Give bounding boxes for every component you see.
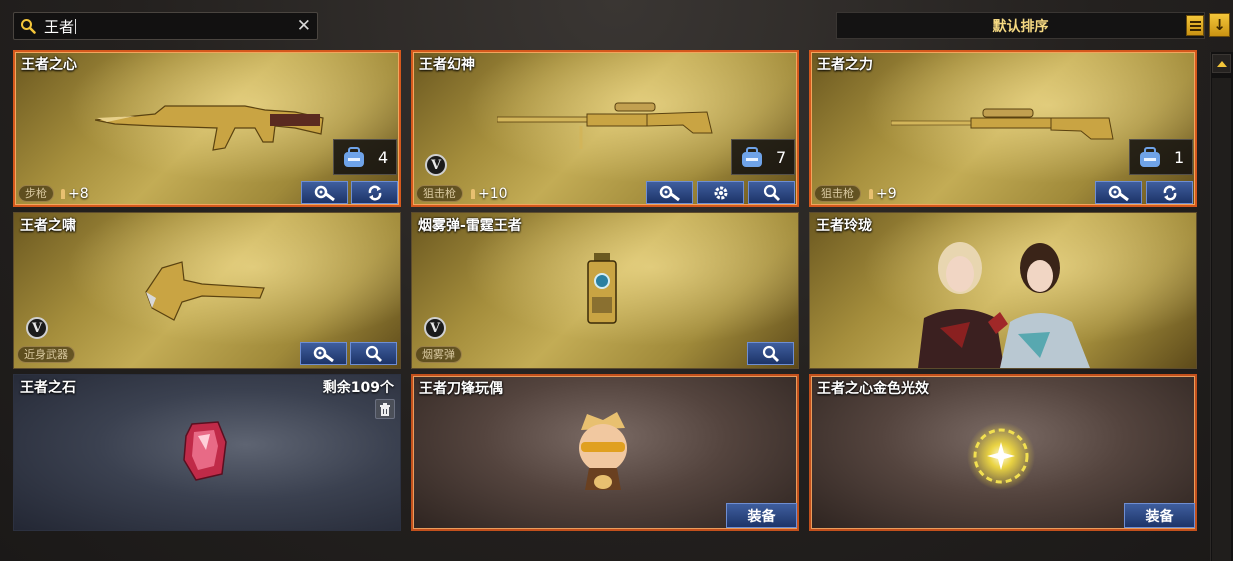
search-icon — [763, 184, 780, 201]
count-value: 7 — [776, 147, 787, 167]
search-icon — [762, 345, 779, 362]
characters-image — [918, 242, 1090, 368]
count-box: 4 — [333, 139, 397, 175]
repair-button[interactable] — [1095, 181, 1142, 204]
v-badge-icon: V — [424, 317, 446, 339]
list-icon[interactable] — [1186, 15, 1204, 36]
count-value: 1 — [1174, 147, 1185, 167]
count-box: 1 — [1129, 139, 1193, 175]
close-icon[interactable]: ✕ — [297, 16, 311, 36]
repair-button[interactable] — [300, 342, 347, 365]
item-title: 王者之心 — [21, 57, 77, 73]
gold-glow-effect-image — [967, 422, 1035, 490]
triangle-up-icon[interactable] — [1212, 54, 1231, 73]
enhance-level: +9 — [869, 186, 897, 202]
search-icon — [14, 13, 42, 39]
repair-button[interactable] — [301, 181, 348, 204]
search-input[interactable]: 王者 ✕ — [13, 12, 318, 40]
arrow-down-icon[interactable]: ↓ — [1209, 13, 1230, 37]
type-tag: 近身武器 — [17, 346, 75, 363]
doll-image — [579, 412, 627, 490]
wrench-gear-icon — [659, 185, 680, 201]
bullet-icon — [869, 189, 873, 199]
gem-image — [183, 421, 227, 481]
settings-button[interactable] — [697, 181, 744, 204]
bullet-icon — [471, 189, 475, 199]
backpack-icon — [742, 147, 762, 167]
type-tag: 烟雾弹 — [415, 346, 462, 363]
bullet-icon — [61, 189, 65, 199]
item-card[interactable]: 王者玲珑 — [809, 212, 1197, 369]
sniper-rifle-image — [891, 108, 1114, 140]
remaining-count: 剩余109个 — [322, 380, 394, 396]
axe-image — [145, 261, 265, 321]
item-card[interactable]: 烟雾弹-雷霆王者 V 烟雾弹 — [411, 212, 799, 369]
v-badge-icon: V — [425, 154, 447, 176]
backpack-icon — [344, 147, 364, 167]
renew-icon — [368, 185, 381, 200]
wrench-gear-icon — [313, 346, 334, 362]
item-card[interactable]: 王者之啸 V 近身武器 — [13, 212, 401, 369]
sniper-rifle-image — [497, 102, 713, 149]
backpack-icon — [1140, 147, 1160, 167]
item-card[interactable]: 王者之石 剩余109个 — [13, 374, 401, 531]
scroll-track[interactable] — [1212, 78, 1231, 561]
search-icon — [365, 345, 382, 362]
item-title: 王者之石 — [20, 380, 76, 396]
renew-button[interactable] — [351, 181, 398, 204]
item-title: 王者之啸 — [20, 218, 76, 234]
equip-button[interactable]: 装备 — [1124, 503, 1195, 528]
item-title: 王者幻神 — [419, 57, 475, 73]
equip-button[interactable]: 装备 — [726, 503, 797, 528]
item-title: 王者刀锋玩偶 — [419, 381, 503, 397]
type-tag: 狙击枪 — [416, 185, 463, 202]
wrench-gear-icon — [314, 185, 335, 201]
gear-icon — [714, 186, 727, 199]
wrench-gear-icon — [1108, 185, 1129, 201]
item-title: 王者玲珑 — [816, 218, 872, 234]
item-card[interactable]: 王者刀锋玩偶 装备 — [411, 374, 799, 531]
enhance-level: +8 — [61, 186, 89, 202]
sort-label: 默认排序 — [992, 18, 1049, 35]
v-badge-icon: V — [26, 317, 48, 339]
sort-dropdown[interactable]: 默认排序 — [836, 12, 1205, 39]
item-card[interactable]: 王者之力 1 狙击枪 +9 — [809, 50, 1197, 207]
item-title: 王者之力 — [817, 57, 873, 73]
preview-button[interactable] — [350, 342, 397, 365]
type-tag: 步枪 — [18, 185, 54, 202]
count-box: 7 — [731, 139, 795, 175]
count-value: 4 — [378, 147, 389, 167]
item-card[interactable]: 王者幻神 V 7 狙击枪 +10 — [411, 50, 799, 207]
type-tag: 狙击枪 — [814, 185, 861, 202]
preview-button[interactable] — [747, 342, 794, 365]
preview-button[interactable] — [748, 181, 795, 204]
trash-icon[interactable] — [375, 399, 395, 419]
item-card[interactable]: 王者之心金色光效 装备 — [809, 374, 1197, 531]
grenade-image — [587, 253, 617, 324]
item-title: 王者之心金色光效 — [817, 381, 929, 397]
item-card[interactable]: 王者之心 4 步枪 +8 — [13, 50, 401, 207]
item-title: 烟雾弹-雷霆王者 — [418, 218, 522, 234]
rifle-image — [95, 105, 324, 151]
enhance-level: +10 — [471, 186, 508, 202]
repair-button[interactable] — [646, 181, 693, 204]
renew-icon — [1163, 185, 1176, 200]
search-query: 王者 — [44, 17, 77, 36]
renew-button[interactable] — [1146, 181, 1193, 204]
